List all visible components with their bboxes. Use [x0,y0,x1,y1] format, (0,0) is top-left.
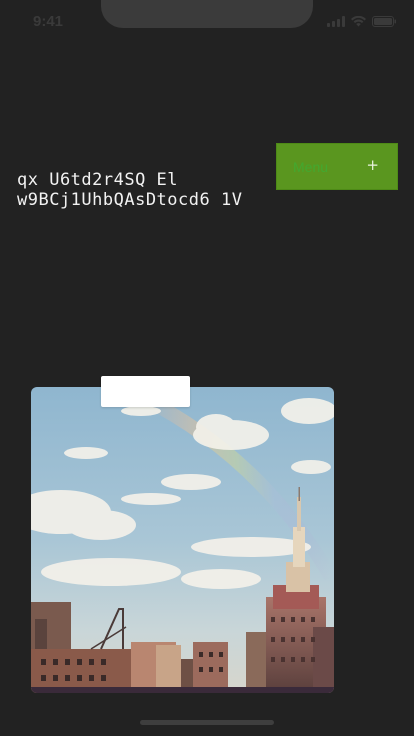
menu-button[interactable]: Menu + [276,143,398,190]
photo-tag[interactable] [101,376,190,407]
device-notch [101,0,313,28]
wifi-icon [351,16,366,27]
home-indicator[interactable] [140,720,274,725]
app-screen: 9:41 qx U6td2r4SQ El w9BCj1UhbQAsDtocd6 … [0,0,414,736]
status-time: 9:41 [33,13,64,30]
page-title: qx U6td2r4SQ El w9BCj1UhbQAsDtocd6 1V [17,170,243,210]
battery-icon [372,16,396,27]
status-icons [327,16,396,27]
status-bar: 9:41 [0,0,414,44]
menu-button-label: Menu [293,159,329,175]
plus-icon: + [366,156,379,174]
signal-icon [327,16,345,27]
city-skyline-photo [31,387,334,693]
